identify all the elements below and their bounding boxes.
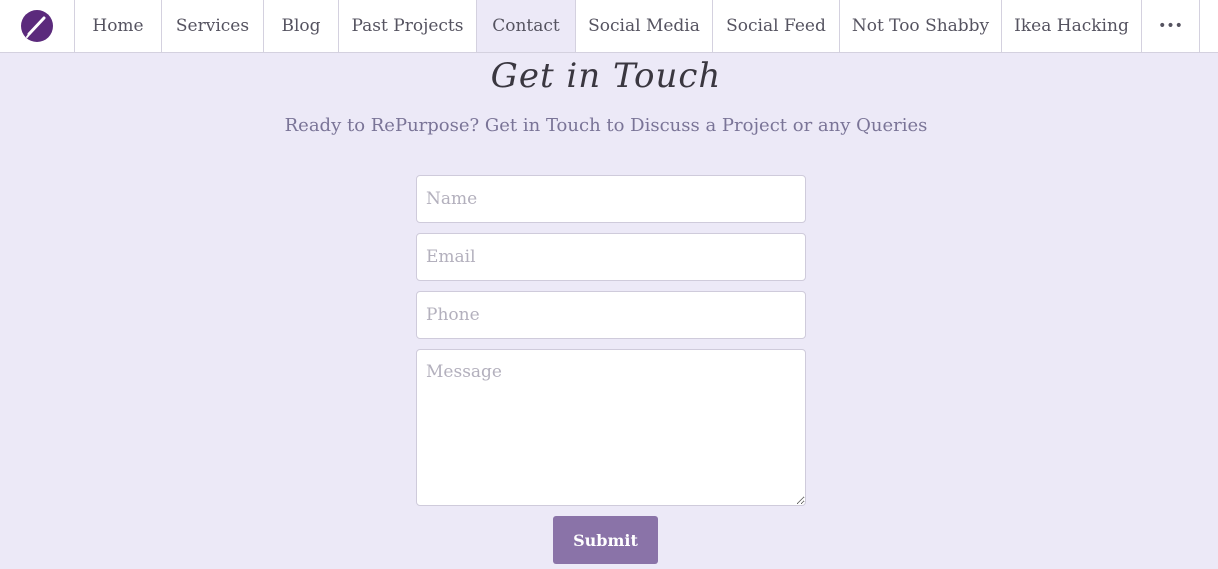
more-icon: ••• [1158,18,1183,34]
nav-item-contact[interactable]: Contact [477,0,576,52]
contact-section: Get in Touch Ready to RePurpose? Get in … [0,54,1218,569]
nav-item-label: Blog [281,16,321,36]
nav-item-not-too-shabby[interactable]: Not Too Shabby [840,0,1002,52]
submit-button[interactable]: Submit [553,516,658,564]
nav-item-social-feed[interactable]: Social Feed [713,0,840,52]
nav-item-label: Social Feed [726,16,826,36]
nav-item-services[interactable]: Services [162,0,264,52]
nav-item-social-media[interactable]: Social Media [576,0,713,52]
nav-more-button[interactable]: ••• [1142,0,1200,52]
top-navbar: Home Services Blog Past Projects Contact… [0,0,1218,53]
nav-item-label: Past Projects [351,16,464,36]
nav-item-ikea-hacking[interactable]: Ikea Hacking [1002,0,1142,52]
nav-item-label: Contact [492,16,560,36]
nav-item-label: Services [175,16,250,36]
nav-item-label: Not Too Shabby [851,16,990,36]
page-title: Get in Touch [490,56,722,96]
name-input[interactable] [416,175,806,223]
nav-item-blog[interactable]: Blog [264,0,339,52]
nav-item-label: Home [92,16,144,36]
page-subtitle: Ready to RePurpose? Get in Touch to Disc… [284,115,928,136]
nav-item-past-projects[interactable]: Past Projects [339,0,477,52]
phone-input[interactable] [416,291,806,339]
logo-icon [21,10,53,42]
email-input[interactable] [416,233,806,281]
nav-item-label: Ikea Hacking [1014,16,1129,36]
message-textarea[interactable] [416,349,806,506]
logo[interactable] [0,0,75,52]
nav-item-home[interactable]: Home [75,0,162,52]
nav-item-label: Social Media [588,16,700,36]
